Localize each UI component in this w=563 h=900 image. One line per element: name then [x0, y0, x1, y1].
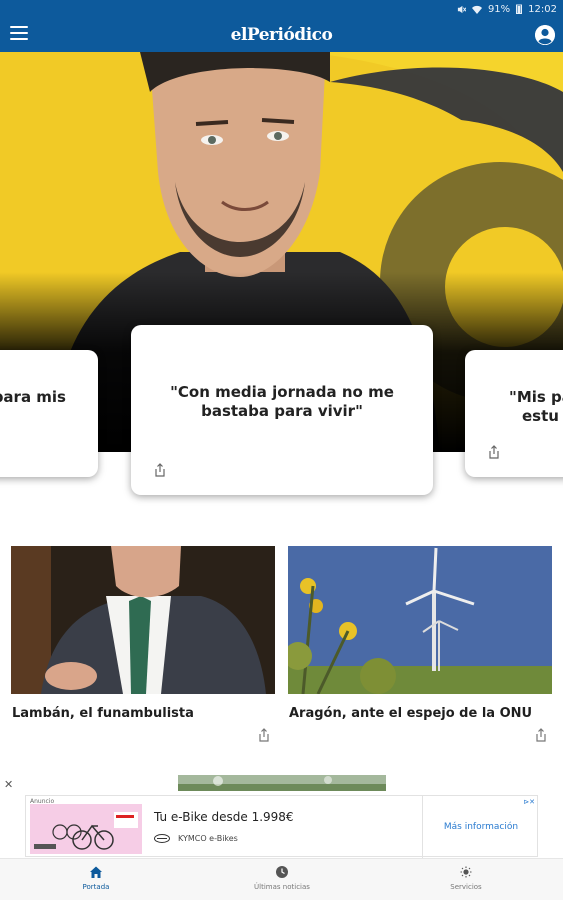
nav-ultimas-noticias[interactable]: Últimas noticias [222, 863, 342, 891]
nav-label: Últimas noticias [254, 883, 310, 891]
nav-label: Servicios [450, 883, 482, 891]
nav-servicios[interactable]: Servicios [406, 863, 526, 891]
ad-title[interactable]: Tu e-Bike desde 1.998€ [154, 810, 294, 824]
article-card[interactable]: Lambán, el funambulista [11, 546, 275, 742]
article-image[interactable] [11, 546, 275, 694]
nav-portada[interactable]: Portada [36, 863, 156, 891]
ad-image[interactable] [30, 804, 142, 854]
carousel-card[interactable]: "Con media jornada no me bastaba para vi… [131, 325, 433, 495]
advertisement[interactable]: Anuncio Tu e-Bike desde 1.998€ KYMCO e-B… [25, 795, 539, 858]
ad-close-button[interactable]: ✕ [4, 778, 13, 791]
status-bar: 91% 12:02 [0, 0, 563, 18]
ad-banner-strip[interactable] [178, 775, 386, 791]
nav-label: Portada [82, 883, 110, 891]
ad-more-info-button[interactable]: Más información [422, 796, 539, 858]
clock-time: 12:02 [528, 3, 557, 15]
services-icon [460, 866, 472, 878]
share-icon[interactable] [257, 728, 271, 742]
article-card[interactable]: Aragón, ante el espejo de la ONU [288, 546, 552, 742]
carousel-card[interactable]: para mis [0, 350, 98, 477]
card-quote: para mis [0, 388, 66, 406]
mute-icon [457, 5, 466, 13]
clock-icon [276, 866, 288, 878]
hamburger-menu-icon[interactable] [10, 26, 28, 42]
ad-choices-icon[interactable]: ⊳✕ [523, 798, 535, 806]
card-quote: "Con media jornada no me bastaba para vi… [170, 383, 394, 420]
share-icon[interactable] [487, 445, 501, 459]
article-image[interactable] [288, 546, 552, 694]
article-title[interactable]: Lambán, el funambulista [11, 706, 275, 721]
home-icon [90, 866, 102, 878]
carousel-card[interactable]: "Mis pa estu [465, 350, 563, 477]
share-icon[interactable] [153, 463, 167, 477]
card-quote: "Mis pa estu [509, 388, 563, 425]
app-bar: elPeriódico [0, 18, 563, 52]
bottom-navigation: Portada Últimas noticias Servicios [0, 858, 563, 900]
app-screen: 91% 12:02 elPeriódico para mis "Con medi… [0, 0, 563, 900]
battery-icon [516, 4, 523, 14]
article-title[interactable]: Aragón, ante el espejo de la ONU [288, 706, 552, 721]
battery-level: 91% [487, 3, 511, 15]
kymco-logo-icon [154, 834, 170, 843]
share-icon[interactable] [534, 728, 548, 742]
app-logo[interactable]: elPeriódico [231, 25, 333, 45]
wifi-icon [471, 5, 482, 14]
account-circle-icon[interactable] [535, 25, 555, 45]
ad-brand: KYMCO e-Bikes [178, 834, 238, 843]
